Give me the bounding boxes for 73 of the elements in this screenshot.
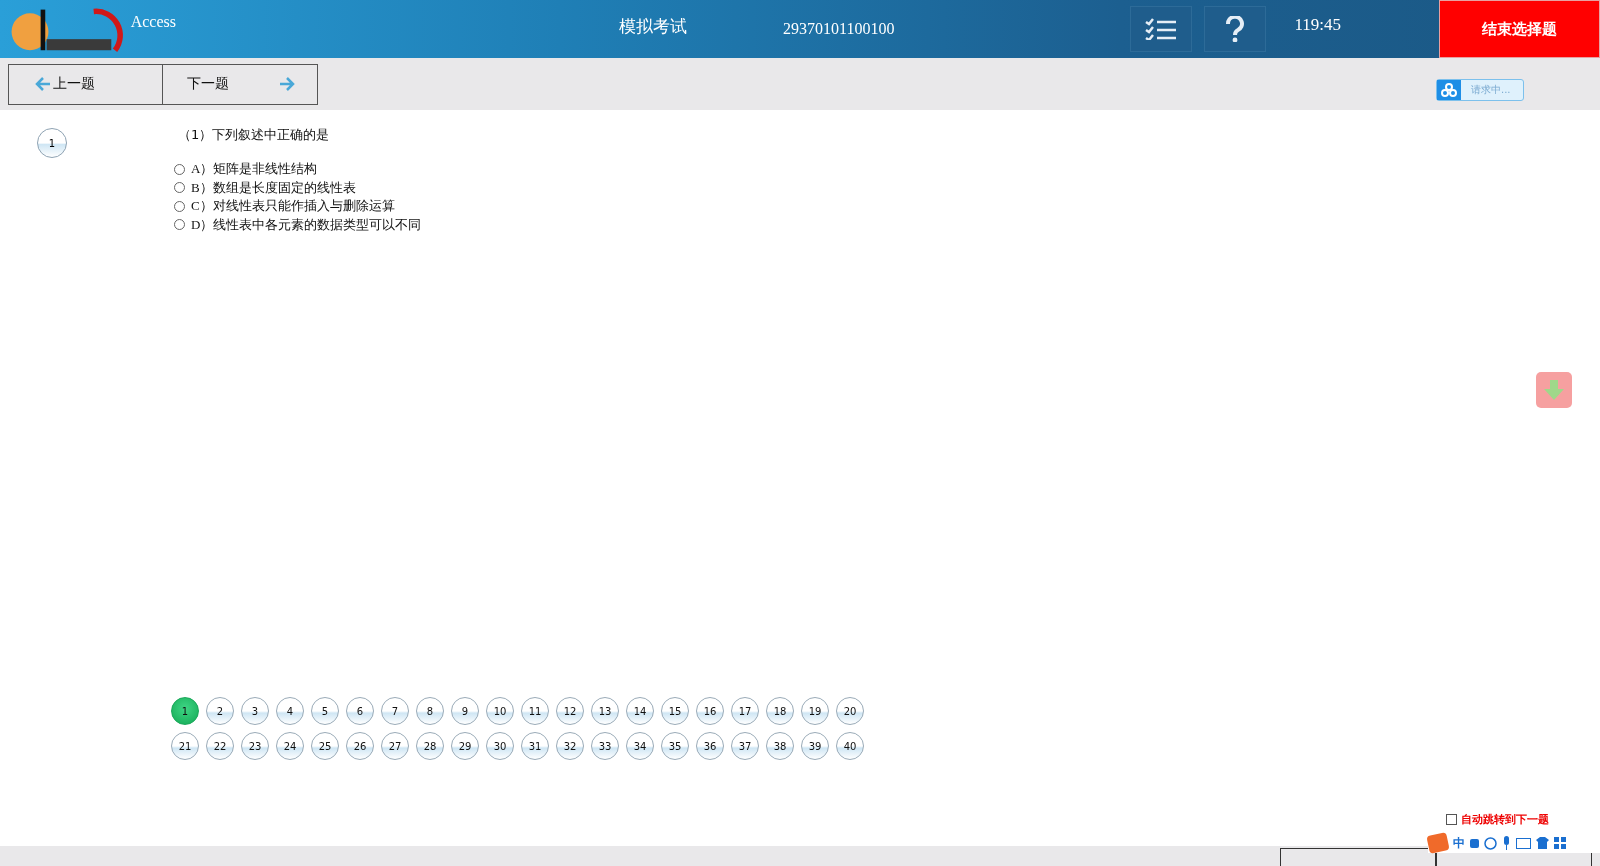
question-number-button[interactable]: 28 [416,732,444,760]
question-number-button[interactable]: 14 [626,697,654,725]
down-arrow-icon [1543,380,1565,400]
question-number-button[interactable]: 26 [346,732,374,760]
question-number-button[interactable]: 36 [696,732,724,760]
ime-logo-icon [1426,832,1450,854]
question-number-button[interactable]: 30 [486,732,514,760]
question-number-button[interactable]: 37 [731,732,759,760]
radio-button[interactable] [174,163,185,175]
subject-title: Access [130,13,176,31]
question-number-button[interactable]: 17 [731,697,759,725]
answer-option[interactable]: D）线性表中各元素的数据类型可以不同 [174,216,422,233]
question-number-button[interactable]: 22 [206,732,234,760]
question-number-button[interactable]: 11 [521,697,549,725]
question-number-button[interactable]: 3 [241,697,269,725]
question-number-button[interactable]: 21 [171,732,199,760]
question-number-button[interactable]: 24 [276,732,304,760]
question-number-button[interactable]: 15 [661,697,689,725]
radio-button[interactable] [174,219,185,231]
question-number-button[interactable]: 1 [171,697,199,725]
question-number-button[interactable]: 19 [801,697,829,725]
auto-next-checkbox[interactable]: 自动跳转到下一题 [1446,812,1549,827]
question-number-button[interactable]: 13 [591,697,619,725]
radio-button[interactable] [174,182,185,194]
input-mode[interactable]: 中 [1453,834,1465,852]
current-question-number: 1 [37,128,67,158]
end-choice-button[interactable]: 结束选择题 [1439,0,1600,58]
question-number-button[interactable]: 2 [206,697,234,725]
radio-button[interactable] [174,200,185,212]
question-number-button[interactable]: 27 [381,732,409,760]
checklist-icon [1145,18,1178,40]
previous-question-button[interactable]: 上一题 [8,63,163,105]
question-number-button[interactable]: 8 [416,697,444,725]
question-number-button[interactable]: 38 [766,732,794,760]
answer-option[interactable]: A）矩阵是非线性结构 [174,161,422,178]
microphone-icon[interactable] [1502,836,1511,850]
question-prompt: （1）下列叙述中正确的是 [178,126,331,144]
next-question-button[interactable]: 下一题 [163,63,318,105]
status-text: 请求中... [1470,83,1511,97]
question-number-button[interactable]: 25 [311,732,339,760]
question-number-button[interactable]: 23 [241,732,269,760]
question-number-button[interactable]: 33 [591,732,619,760]
answer-option[interactable]: C）对线性表只能作插入与删除运算 [174,198,422,215]
help-icon [1225,16,1246,42]
question-number-button[interactable]: 6 [346,697,374,725]
question-list-button[interactable] [1130,6,1193,52]
question-number-button[interactable]: 40 [836,732,864,760]
question-number-button[interactable]: 10 [486,697,514,725]
left-arrow-icon [35,77,51,91]
question-number-button[interactable]: 9 [451,697,479,725]
question-number-button[interactable]: 39 [801,732,829,760]
question-number-button[interactable]: 4 [276,697,304,725]
cloud-icon [1441,83,1457,97]
keyboard-icon[interactable] [1516,837,1531,849]
grid-icon[interactable] [1554,837,1566,849]
question-number-button[interactable]: 18 [766,697,794,725]
question-number-button[interactable]: 31 [521,732,549,760]
question-number-button[interactable]: 32 [556,732,584,760]
help-button[interactable] [1204,6,1267,52]
question-number-button[interactable]: 29 [451,732,479,760]
right-arrow-icon [279,77,295,91]
question-number-button[interactable]: 20 [836,697,864,725]
question-number-button[interactable]: 16 [696,697,724,725]
exam-number: 29370101100100 [783,20,895,38]
countdown-timer: 119:45 [1294,15,1342,35]
answer-option[interactable]: B）数组是长度固定的线性表 [174,179,422,196]
question-number-button[interactable]: 5 [311,697,339,725]
exam-title: 模拟考试 [619,15,687,38]
question-number-button[interactable]: 12 [556,697,584,725]
question-number-button[interactable]: 35 [661,732,689,760]
shirt-icon[interactable] [1536,837,1549,849]
question-number-button[interactable]: 7 [381,697,409,725]
question-number-button[interactable]: 34 [626,732,654,760]
